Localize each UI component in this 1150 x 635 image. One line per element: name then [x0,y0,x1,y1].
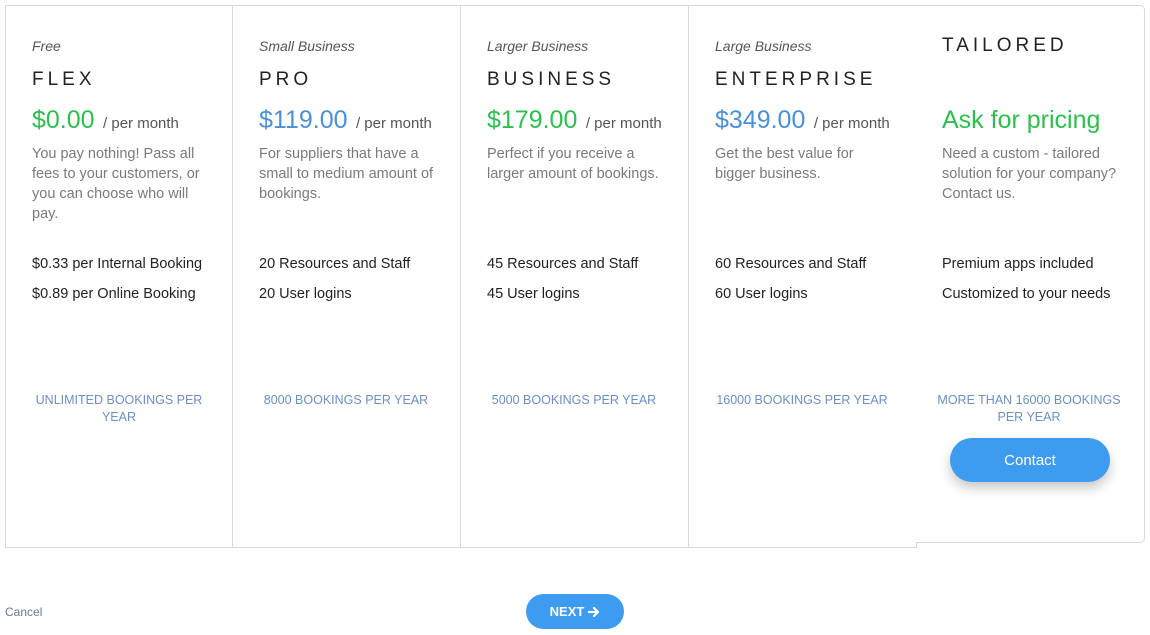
feature-item: 45 Resources and Staff [487,256,639,272]
price-period: / per month [355,115,432,132]
next-button[interactable]: NEXT [526,594,624,629]
plan-features: 45 Resources and Staff 45 User logins [487,254,672,314]
plan-name: TAILORED [942,35,1068,56]
next-button-label: NEXT [549,604,585,619]
plan-card-business: Larger Business BUSINESS $179.00 / per m… [460,5,689,548]
price-row: $0.00 / per month [32,106,179,135]
plan-card-pro: Small Business PRO $119.00 / per month F… [232,5,461,548]
feature-item: Customized to your needs [942,286,1111,302]
price-row: $179.00 / per month [487,106,662,135]
pricing-plans: Free FLEX $0.00 / per month You pay noth… [5,5,1145,548]
feature-item: $0.33 per Internal Booking [32,256,203,272]
ask-for-pricing: Ask for pricing [942,106,1101,134]
plan-features: 20 Resources and Staff 20 User logins [259,254,444,314]
plan-description: Perfect if you receive a larger amount o… [487,146,659,182]
feature-item: Premium apps included [942,256,1094,272]
plan-bookings: 8000 BOOKINGS PER YEAR [263,393,429,407]
feature-item: 60 Resources and Staff [715,256,867,272]
plan-name: FLEX [32,69,96,90]
contact-button[interactable]: Contact [950,438,1110,482]
price-row: $349.00 / per month [715,106,890,135]
plan-card-enterprise: Large Business ENTERPRISE $349.00 / per … [688,5,917,548]
price-period: / per month [103,115,179,132]
feature-item: $0.89 per Online Booking [32,286,196,302]
plan-name: PRO [259,69,313,90]
plan-description: Get the best value for bigger business. [715,146,854,182]
plan-card-tailored: TAILORED Ask for pricing Need a custom -… [916,5,1145,543]
plan-price: $0.00 [32,106,95,134]
feature-item: 60 User logins [715,286,808,302]
plan-tier: Large Business [715,38,812,54]
plan-tier: Free [32,38,61,54]
plan-bookings: 5000 BOOKINGS PER YEAR [491,393,657,407]
feature-item: 20 Resources and Staff [259,256,411,272]
arrow-right-icon [588,606,600,617]
cancel-link[interactable]: Cancel [5,605,42,619]
plan-price: $179.00 [487,106,578,134]
plan-card-flex: Free FLEX $0.00 / per month You pay noth… [5,5,233,548]
price-period: / per month [585,115,662,132]
plan-features: 60 Resources and Staff 60 User logins [715,254,900,314]
plan-description: Need a custom - tailored solution for yo… [942,146,1117,202]
feature-item: 20 User logins [259,286,352,302]
plan-name: ENTERPRISE [715,69,877,90]
plan-name: BUSINESS [487,69,616,90]
plan-bookings: UNLIMITED BOOKINGS PER YEAR [35,393,203,424]
plan-tier: Larger Business [487,38,589,54]
feature-item: 45 User logins [487,286,580,302]
plan-features: $0.33 per Internal Booking $0.89 per Onl… [32,254,217,314]
plan-description: For suppliers that have a small to mediu… [259,146,434,202]
plan-bookings: 16000 BOOKINGS PER YEAR [716,393,888,407]
price-period: / per month [813,115,890,132]
plan-bookings: MORE THAN 16000 BOOKINGS PER YEAR [937,393,1121,424]
plan-tier: Small Business [259,38,355,54]
price-row: Ask for pricing [942,106,1100,135]
price-row: $119.00 / per month [259,106,432,135]
plan-features: Premium apps included Customized to your… [942,254,1127,314]
plan-price: $119.00 [259,106,348,134]
plan-description: You pay nothing! Pass all fees to your c… [32,146,200,222]
plan-price: $349.00 [715,106,806,134]
